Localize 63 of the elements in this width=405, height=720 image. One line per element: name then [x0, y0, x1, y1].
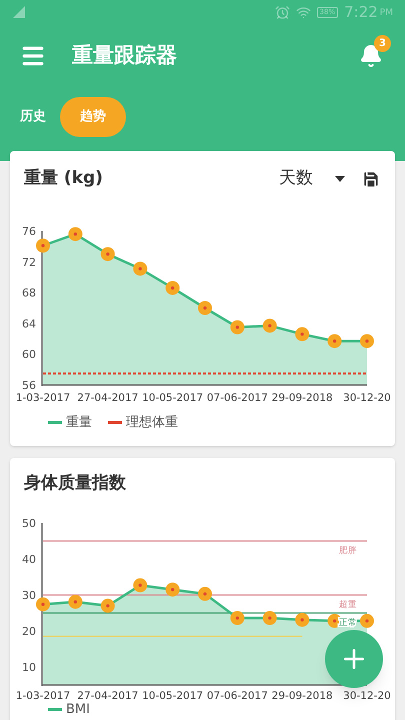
- x-tick-label: 27-04-2017: [77, 392, 138, 404]
- y-tick-label: 50: [22, 517, 36, 530]
- data-point: [100, 598, 115, 613]
- clock-time: 7:22: [344, 2, 378, 23]
- data-point: [230, 611, 244, 626]
- x-tick-label: 29-09-2018: [272, 690, 333, 702]
- reference-label: 超重: [339, 600, 357, 610]
- x-tick-label: 30-12-20: [343, 690, 391, 702]
- y-tick-label: 56: [22, 379, 36, 392]
- data-point: [198, 586, 212, 601]
- save-button[interactable]: [361, 169, 381, 189]
- caret-icon: [335, 176, 345, 182]
- data-point: [230, 320, 244, 334]
- y-tick-label: 72: [22, 256, 36, 269]
- data-point: [133, 262, 148, 276]
- x-tick-label: 27-04-2017: [77, 690, 138, 702]
- data-point: [262, 611, 277, 626]
- card-title: 身体质量指数: [24, 472, 126, 496]
- data-point: [36, 597, 50, 612]
- y-tick-label: 64: [22, 317, 36, 330]
- data-point: [295, 327, 310, 342]
- data-point: [262, 318, 277, 333]
- data-point: [36, 238, 50, 253]
- wifi-icon: [296, 4, 311, 20]
- legend-label: 重量: [66, 414, 92, 432]
- y-tick-label: 10: [22, 661, 36, 674]
- data-point: [68, 594, 82, 609]
- tab[interactable]: 趋势: [60, 96, 126, 136]
- x-tick-label: 07-06-2017: [206, 392, 268, 404]
- legend-label: BMI: [66, 701, 90, 719]
- y-tick-label: 30: [22, 589, 36, 602]
- y-tick-label: 68: [22, 286, 36, 300]
- x-tick-label: 29-09-2018: [272, 392, 333, 404]
- y-tick-label: 40: [22, 553, 36, 566]
- y-tick-label: 20: [22, 625, 36, 638]
- data-point: [360, 334, 374, 348]
- data-point: [68, 227, 82, 242]
- x-tick-label: 07-06-2017: [206, 690, 268, 702]
- data-point: [328, 334, 342, 348]
- x-tick-label: 1-03-2017: [16, 690, 70, 702]
- x-tick-label: 30-12-20: [343, 392, 391, 404]
- data-point: [198, 301, 212, 315]
- range-dropdown[interactable]: 天数: [279, 166, 345, 192]
- legend-label: 理想体重: [126, 414, 178, 432]
- y-tick-label: 76: [22, 225, 36, 238]
- data-point: [166, 280, 180, 295]
- y-tick-label: 60: [22, 348, 36, 362]
- clock-period: PM: [380, 6, 393, 20]
- notification-badge: 3: [374, 35, 391, 52]
- data-point: [360, 614, 374, 628]
- app-title: 重量跟踪器: [72, 42, 177, 70]
- card-title: 重量 (kg): [24, 167, 103, 190]
- x-tick-label: 1-03-2017: [16, 392, 70, 404]
- x-tick-label: 10-05-2017: [142, 690, 204, 702]
- data-point: [166, 582, 180, 597]
- x-tick-label: 10-05-2017: [142, 392, 204, 404]
- signal-icon: [12, 5, 26, 19]
- reference-label: 肥胖: [339, 546, 357, 556]
- data-point: [295, 612, 310, 627]
- alarm-icon: [274, 4, 290, 20]
- tab[interactable]: 历史: [12, 96, 54, 136]
- data-point: [100, 247, 115, 262]
- data-point: [133, 578, 148, 592]
